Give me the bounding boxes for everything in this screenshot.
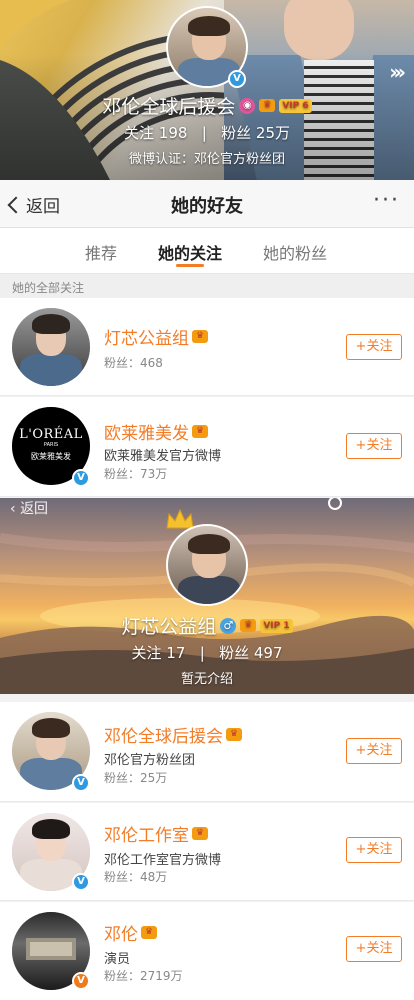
profile-stats: 关注 198 | 粉丝 25万 [0,122,414,143]
stats-separator: | [201,124,207,142]
crown-badge-icon: ♛ [240,619,257,632]
profile-name: 邓伦全球后援会 [102,96,236,118]
follow-button[interactable]: +关注 [346,433,402,459]
follow-button[interactable]: +关注 [346,334,402,360]
tab-recommend[interactable]: 推荐 [85,240,117,264]
fans-count[interactable]: 25万 [256,124,290,142]
verified-icon: V [228,70,246,88]
list-item-fans: 粉丝：48万 [104,870,168,884]
crown-badge-icon: ♛ [226,728,242,741]
intro-text: 暂无介绍 [180,672,233,687]
share-arrows-icon[interactable]: ››› [389,60,406,84]
crown-badge-icon: ♛ [192,330,208,343]
avatar[interactable] [12,308,90,386]
page-title: 她的好友 [171,196,243,217]
crown-badge-icon: ♛ [192,425,208,438]
certification-text: 微博认证：邓伦官方粉丝团 [128,152,285,167]
verified-icon: V [72,873,90,891]
follow-label: 关注 [131,644,162,662]
overlay-back-button[interactable]: ‹ 返回 [10,498,48,518]
list-item[interactable]: 灯芯公益组 ♛ 粉丝：468 +关注 [0,298,414,396]
vip-badge: VIP 6 [279,98,312,113]
list-item-fans: 粉丝：2719万 [104,969,183,983]
list-item-name[interactable]: 邓伦 [104,920,138,945]
overlay-profile-avatar[interactable] [166,524,248,606]
fans-label: 粉丝 [221,124,252,142]
overlay-profile-name: 灯芯公益组 [121,616,217,638]
screen: V ››› 邓伦全球后援会 ◉ ♛ VIP 6 关注 198 | 粉丝 25万 … [0,0,414,1000]
crown-badge-icon: ♛ [259,99,276,112]
follow-button[interactable]: +关注 [346,837,402,863]
more-options-icon[interactable]: ··· [373,188,400,213]
vip-badge: VIP 1 [260,618,293,633]
male-gender-icon: ♂ [220,617,237,634]
tab-her-fans[interactable]: 她的粉丝 [263,240,327,264]
tab-bar: 推荐 她的关注 她的粉丝 [0,228,414,274]
follow-count[interactable]: 17 [166,644,185,662]
list-item-fans: 粉丝：73万 [104,467,168,481]
follow-label: 关注 [123,124,154,142]
fans-count[interactable]: 497 [254,644,283,662]
follow-button[interactable]: +关注 [346,936,402,962]
list-item-name[interactable]: 邓伦工作室 [104,821,189,846]
verified-icon: V [72,774,90,792]
list-item-desc: 演员 [104,952,131,967]
list-item-desc: 邓伦工作室官方微博 [104,853,222,868]
section-header: 她的全部关注 [0,274,414,298]
list-item-fans: 粉丝：468 [104,356,163,370]
stats-separator: | [199,644,205,662]
list-item-name[interactable]: 邓伦全球后援会 [104,722,223,747]
overlay-profile-stats: 关注 17 | 粉丝 497 [0,642,414,663]
active-tab-indicator [176,264,204,267]
fans-label: 粉丝 [219,644,250,662]
nav-bar: 返回 她的好友 ··· [0,180,414,228]
verified-icon: V [72,469,90,487]
list-item-name[interactable]: 灯芯公益组 [104,324,189,349]
crown-badge-icon: ♛ [141,926,157,939]
follow-count[interactable]: 198 [159,124,188,142]
member-badge-icon: ◉ [239,97,256,114]
list-item[interactable]: L'ORÉAL PARIS 欧莱雅美发 V 欧莱雅美发 ♛ 欧莱雅美发官方微博 … [0,397,414,497]
list-item[interactable]: V 邓伦工作室 ♛ 邓伦工作室官方微博 粉丝：48万 +关注 [0,803,414,901]
overlay-name-row: 灯芯公益组 ♂ ♛ VIP 1 [0,612,414,639]
tab-her-following[interactable]: 她的关注 [158,240,222,264]
crown-badge-icon: ♛ [192,827,208,840]
list-item-desc: 欧莱雅美发官方微博 [104,449,222,464]
list-item[interactable]: V 邓伦 ♛ 演员 粉丝：2719万 +关注 [0,902,414,1000]
follow-button[interactable]: +关注 [346,738,402,764]
list-item-desc: 邓伦官方粉丝团 [104,753,196,768]
list-item[interactable]: V 邓伦全球后援会 ♛ 邓伦官方粉丝团 粉丝：25万 +关注 [0,702,414,802]
profile-name-row: 邓伦全球后援会 ◉ ♛ VIP 6 [0,92,414,119]
list-item-fans: 粉丝：25万 [104,771,168,785]
verified-icon: V [72,972,90,990]
list-item-name[interactable]: 欧莱雅美发 [104,419,189,444]
